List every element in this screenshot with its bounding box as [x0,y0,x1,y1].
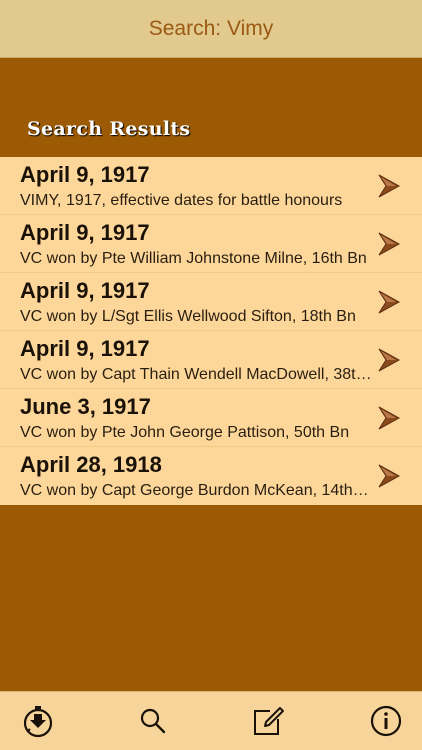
chevron-right-icon [378,174,401,198]
compose-icon[interactable] [251,704,285,738]
result-date: April 28, 1918 [20,452,162,477]
page-title: Search: Vimy [148,17,274,40]
stopwatch-icon[interactable] [21,704,55,738]
list-item[interactable]: April 9, 1917 VC won by Capt Thain Wende… [0,331,422,389]
tab-bar [0,691,422,750]
list-item[interactable]: April 9, 1917 VC won by Pte William John… [0,215,422,273]
result-description: VC won by Capt George Burdon McKean, 14t… [20,482,372,499]
list-item[interactable]: April 28, 1918 VC won by Capt George Bur… [0,447,422,505]
chevron-right-icon [378,232,401,256]
result-date: April 9, 1917 [20,336,150,361]
chevron-right-icon [378,348,401,372]
list-item[interactable]: April 9, 1917 VC won by L/Sgt Ellis Well… [0,273,422,331]
results-list: April 9, 1917 VIMY, 1917, effective date… [0,157,422,505]
result-description: VC won by L/Sgt Ellis Wellwood Sifton, 1… [20,308,356,325]
result-date: April 9, 1917 [20,220,150,245]
search-icon[interactable] [136,704,170,738]
nav-bar: Search: Vimy [0,0,422,58]
list-item[interactable]: June 3, 1917 VC won by Pte John George P… [0,389,422,447]
result-description: VC won by Capt Thain Wendell MacDowell, … [20,366,372,383]
result-description: VIMY, 1917, effective dates for battle h… [20,192,343,209]
info-icon[interactable] [369,704,403,738]
result-date: April 9, 1917 [20,162,150,187]
chevron-right-icon [378,290,401,314]
result-description: VC won by Pte John George Pattison, 50th… [20,424,350,441]
section-header: Search Results [27,118,191,140]
chevron-right-icon [378,464,401,488]
chevron-right-icon [378,406,401,430]
result-description: VC won by Pte William Johnstone Milne, 1… [20,250,367,267]
result-date: April 9, 1917 [20,278,150,303]
result-date: June 3, 1917 [20,394,151,419]
list-item[interactable]: April 9, 1917 VIMY, 1917, effective date… [0,157,422,215]
